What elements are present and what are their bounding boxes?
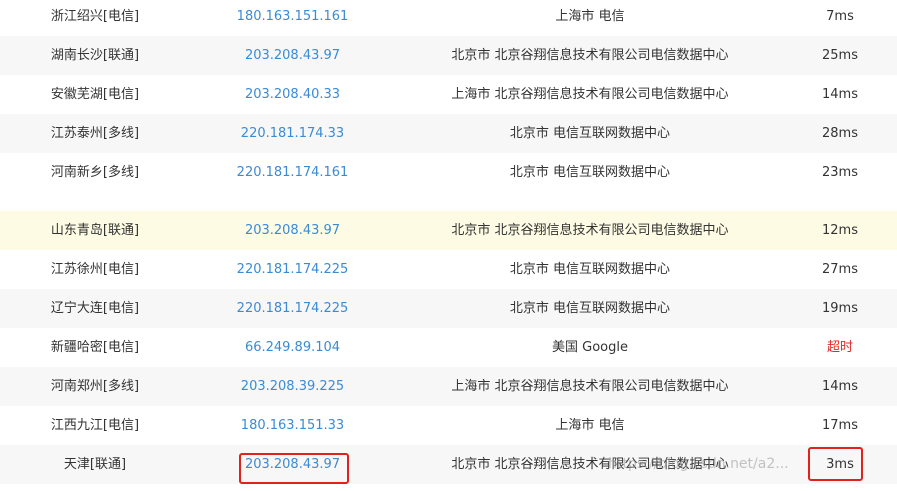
node-name: 河南郑州[多线]: [50, 379, 140, 394]
annotation-box-ip: [239, 453, 349, 484]
table-row: 江苏徐州[电信] 220.181.174.225 北京市 电信互联网数据中心 2…: [0, 250, 897, 289]
node-name: 河南新乡[多线]: [50, 165, 140, 180]
response-time: 17ms: [822, 418, 858, 433]
node-name: 湖南长沙[联通]: [50, 48, 140, 63]
node-name: 辽宁大连[电信]: [50, 301, 140, 316]
table-row-highlighted: 山东青岛[联通] 203.208.43.97 北京市 北京谷翔信息技术有限公司电…: [0, 211, 897, 250]
ip-link[interactable]: 180.163.151.161: [215, 0, 370, 36]
response-time: 25ms: [822, 48, 858, 63]
ip-location: 北京市 电信互联网数据中心: [509, 262, 671, 277]
node-name: 天津[联通]: [63, 457, 127, 472]
response-time: 19ms: [822, 301, 858, 316]
ip-link[interactable]: 220.181.174.161: [215, 153, 370, 192]
table-row: 浙江绍兴[电信] 180.163.151.161 上海市 电信 7ms: [0, 0, 897, 36]
node-name: 安徽芜湖[电信]: [50, 87, 140, 102]
ip-link[interactable]: 220.181.174.33: [215, 114, 370, 153]
response-time: 14ms: [822, 87, 858, 102]
table-row: 江西九江[电信] 180.163.151.33 上海市 电信 17ms: [0, 406, 897, 445]
ip-link[interactable]: 203.208.43.97: [215, 211, 370, 250]
ip-link[interactable]: 203.208.40.33: [215, 75, 370, 114]
ping-results-table: 浙江绍兴[电信] 180.163.151.161 上海市 电信 7ms 湖南长沙…: [0, 0, 897, 491]
node-name: 江苏泰州[多线]: [50, 126, 140, 141]
node-name: 江苏徐州[电信]: [50, 262, 140, 277]
table-row: 河南郑州[多线] 203.208.39.225 上海市 北京谷翔信息技术有限公司…: [0, 367, 897, 406]
node-name: 浙江绍兴[电信]: [50, 9, 140, 24]
node-name: 山东青岛[联通]: [50, 223, 140, 238]
node-name: 新疆哈密[电信]: [50, 340, 140, 355]
ip-location: 北京市 电信互联网数据中心: [509, 165, 671, 180]
table-row: 新疆哈密[电信] 66.249.89.104 美国 Google 超时: [0, 328, 897, 367]
ip-link[interactable]: 180.163.151.33: [215, 406, 370, 445]
table-row: 辽宁大连[电信] 220.181.174.225 北京市 电信互联网数据中心 1…: [0, 289, 897, 328]
table-row: 安徽芜湖[电信] 203.208.40.33 上海市 北京谷翔信息技术有限公司电…: [0, 75, 897, 114]
ip-location: 上海市 电信: [555, 9, 625, 24]
ip-link[interactable]: 220.181.174.225: [215, 250, 370, 289]
ip-link[interactable]: 220.181.174.225: [215, 289, 370, 328]
ip-link[interactable]: 203.208.43.97: [215, 36, 370, 75]
response-time: 28ms: [822, 126, 858, 141]
ip-location: 上海市 电信: [555, 418, 625, 433]
ip-location: 上海市 北京谷翔信息技术有限公司电信数据中心: [451, 379, 729, 394]
annotation-box-time: [808, 447, 863, 481]
ip-location: 上海市 北京谷翔信息技术有限公司电信数据中心: [451, 87, 729, 102]
ip-location: 北京市 电信互联网数据中心: [509, 301, 671, 316]
ip-location: 北京市 北京谷翔信息技术有限公司电信数据中心: [451, 223, 729, 238]
watermark: https://blog.csdn.net/a2...: [608, 456, 789, 472]
ip-link[interactable]: 203.208.39.225: [215, 367, 370, 406]
response-time: 27ms: [822, 262, 858, 277]
ip-link[interactable]: 66.249.89.104: [215, 328, 370, 367]
response-time: 23ms: [822, 165, 858, 180]
table-row: 江苏泰州[多线] 220.181.174.33 北京市 电信互联网数据中心 28…: [0, 114, 897, 153]
ip-location: 北京市 电信互联网数据中心: [509, 126, 671, 141]
node-name: 江西九江[电信]: [50, 418, 140, 433]
ip-location: 美国 Google: [552, 340, 628, 355]
table-row: 河南新乡[多线] 220.181.174.161 北京市 电信互联网数据中心 2…: [0, 153, 897, 192]
table-row: 湖南长沙[联通] 203.208.43.97 北京市 北京谷翔信息技术有限公司电…: [0, 36, 897, 75]
ip-location: 北京市 北京谷翔信息技术有限公司电信数据中心: [451, 48, 729, 63]
response-time-timeout: 超时: [826, 340, 853, 355]
response-time: 7ms: [826, 9, 854, 24]
response-time: 12ms: [822, 223, 858, 238]
response-time: 14ms: [822, 379, 858, 394]
